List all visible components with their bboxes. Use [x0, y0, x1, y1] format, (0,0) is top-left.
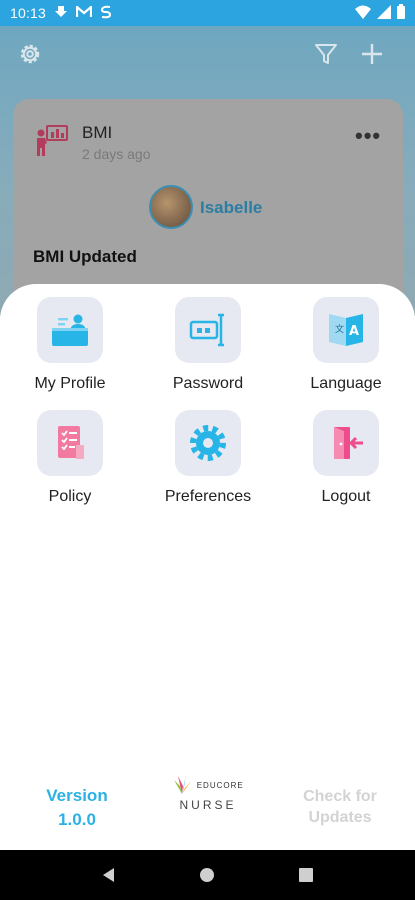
status-bar: 10:13 [0, 0, 415, 26]
card-title: BMI [82, 123, 113, 142]
gear-icon [20, 44, 40, 64]
recents-button[interactable] [291, 860, 321, 890]
logo-main-text: NURSE [179, 798, 237, 812]
gmail-icon [75, 4, 93, 21]
menu-label: Language [310, 375, 382, 392]
version-label: Version [46, 786, 108, 805]
home-icon [200, 868, 215, 882]
presentation-icon [35, 123, 69, 162]
policy-tile [37, 410, 103, 476]
password-icon [189, 313, 224, 347]
back-icon [103, 868, 115, 882]
menu-item-preferences[interactable]: Preferences [143, 410, 273, 506]
signal-icon [377, 4, 391, 22]
menu-item-password[interactable]: Password [143, 297, 273, 393]
card-more-button[interactable]: ••• [355, 123, 381, 149]
menu-item-policy[interactable]: Policy [5, 410, 135, 506]
profile-icon [52, 314, 88, 346]
logout-tile [313, 410, 379, 476]
card-heading: BMI Updated [33, 247, 137, 266]
menu-label: Password [172, 375, 244, 392]
card-timestamp: 2 days ago [82, 146, 151, 162]
home-button[interactable] [192, 860, 222, 890]
app-logo: EDUCORE NURSE [170, 774, 246, 812]
policy-icon [58, 426, 84, 459]
battery-icon [397, 4, 405, 22]
preferences-tile [175, 410, 241, 476]
filter-button[interactable] [312, 40, 340, 68]
language-tile: 文 A [313, 297, 379, 363]
menu-sheet: My Profile Password 文 A Language Policy … [0, 284, 415, 850]
preferences-icon [190, 425, 226, 461]
menu-item-logout[interactable]: Logout [281, 410, 411, 506]
svg-text:A: A [349, 324, 359, 339]
system-nav-bar [0, 850, 415, 900]
menu-label: Preferences [164, 488, 252, 505]
logo-small-text: EDUCORE [196, 781, 244, 791]
menu-label: My Profile [34, 375, 106, 392]
back-button[interactable] [94, 860, 124, 890]
logout-icon [334, 427, 363, 459]
status-time: 10:13 [10, 5, 47, 21]
version-info: Version 1.0.0 [36, 784, 118, 832]
recents-icon [298, 868, 313, 882]
svg-text:文: 文 [335, 323, 344, 335]
check-updates-button[interactable]: Check for Updates [290, 786, 390, 828]
wifi-icon [355, 5, 371, 22]
menu-label: Logout [321, 488, 371, 505]
settings-button[interactable] [16, 40, 44, 68]
plus-icon [362, 44, 382, 64]
menu-item-my-profile[interactable]: My Profile [5, 297, 135, 393]
add-button[interactable] [358, 40, 386, 68]
menu-label: Policy [48, 488, 92, 505]
password-tile [175, 297, 241, 363]
menu-item-language[interactable]: 文 A Language [281, 297, 411, 393]
filter-icon [315, 44, 337, 64]
avatar [149, 185, 193, 229]
student-name[interactable]: Isabelle [200, 198, 262, 218]
leaf-logo-icon [174, 775, 192, 794]
download-icon [54, 5, 68, 22]
version-number: 1.0.0 [58, 810, 96, 829]
sync-icon [100, 5, 112, 22]
language-icon: 文 A [329, 314, 363, 346]
profile-tile [37, 297, 103, 363]
